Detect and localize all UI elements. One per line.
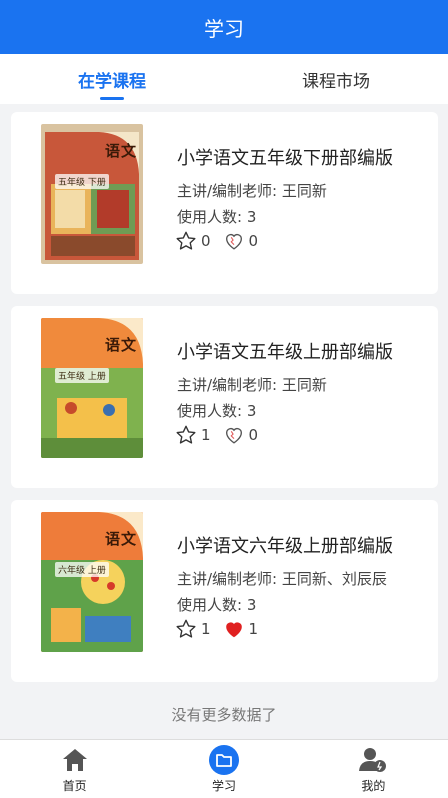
cover-title: 语文 [104, 142, 137, 160]
cover-grade: 五年级 上册 [55, 368, 109, 383]
user-icon [358, 745, 388, 775]
cover-title: 语文 [104, 336, 137, 354]
star-icon[interactable] [175, 230, 197, 252]
course-title: 小学语文五年级上册部编版 [177, 342, 393, 363]
nav-label: 首页 [62, 778, 87, 793]
like-count: 1 [248, 620, 259, 638]
course-card[interactable]: 语文 六年级 上册 小学语文六年级上册部编版 主讲/编制老师: 王同新、刘辰辰 … [11, 500, 438, 682]
star-count: 1 [201, 620, 211, 638]
star-icon[interactable] [175, 424, 197, 446]
nav-item-study[interactable]: 学习 [149, 740, 298, 798]
nav-item-home[interactable]: 首页 [0, 740, 149, 798]
star-count: 1 [201, 426, 211, 444]
tab-label: 在学课程 [78, 71, 146, 92]
star-icon[interactable] [175, 618, 197, 640]
nav-item-mine[interactable]: 我的 [299, 740, 448, 798]
heart-filled-icon[interactable] [223, 618, 245, 640]
no-more-data-text: 没有更多数据了 [171, 706, 277, 724]
like-count: 0 [248, 426, 259, 444]
course-stats: 0 0 [175, 230, 270, 252]
like-count: 0 [248, 232, 259, 250]
app-header: 学习 [0, 0, 448, 54]
page-title: 学习 [204, 16, 244, 41]
tab-bar: 在学课程 课程市场 [0, 54, 448, 104]
tab-enrolled-courses[interactable]: 在学课程 [0, 54, 224, 104]
star-count: 0 [201, 232, 211, 250]
tab-label: 课程市场 [302, 71, 370, 92]
cover-grade: 六年级 上册 [55, 562, 109, 577]
course-users: 使用人数: 3 [177, 402, 257, 420]
course-cover-image: 语文 五年级 下册 [41, 124, 143, 264]
home-icon [60, 745, 90, 775]
course-card[interactable]: 语文 五年级 上册 小学语文五年级上册部编版 主讲/编制老师: 王同新 使用人数… [11, 306, 438, 488]
course-users: 使用人数: 3 [177, 208, 257, 226]
course-title: 小学语文五年级下册部编版 [177, 148, 393, 169]
heart-icon[interactable] [223, 230, 245, 252]
course-teacher: 主讲/编制老师: 王同新 [177, 182, 327, 200]
course-users: 使用人数: 3 [177, 596, 257, 614]
course-stats: 1 0 [175, 424, 270, 446]
nav-label: 我的 [361, 778, 386, 793]
course-cover-image: 语文 六年级 上册 [41, 512, 143, 652]
course-cover-image: 语文 五年级 上册 [41, 318, 143, 458]
cover-grade: 五年级 下册 [55, 174, 109, 189]
course-title: 小学语文六年级上册部编版 [177, 536, 393, 557]
course-teacher: 主讲/编制老师: 王同新、刘辰辰 [177, 570, 387, 588]
tab-course-market[interactable]: 课程市场 [224, 54, 448, 104]
nav-label: 学习 [211, 778, 236, 793]
bottom-nav: 首页 学习 我的 [0, 739, 448, 798]
course-card[interactable]: 语文 五年级 下册 小学语文五年级下册部编版 主讲/编制老师: 王同新 使用人数… [11, 112, 438, 294]
heart-icon[interactable] [223, 424, 245, 446]
folder-icon [208, 744, 239, 775]
cover-title: 语文 [104, 530, 137, 548]
course-stats: 1 1 [175, 618, 270, 640]
course-teacher: 主讲/编制老师: 王同新 [177, 376, 327, 394]
